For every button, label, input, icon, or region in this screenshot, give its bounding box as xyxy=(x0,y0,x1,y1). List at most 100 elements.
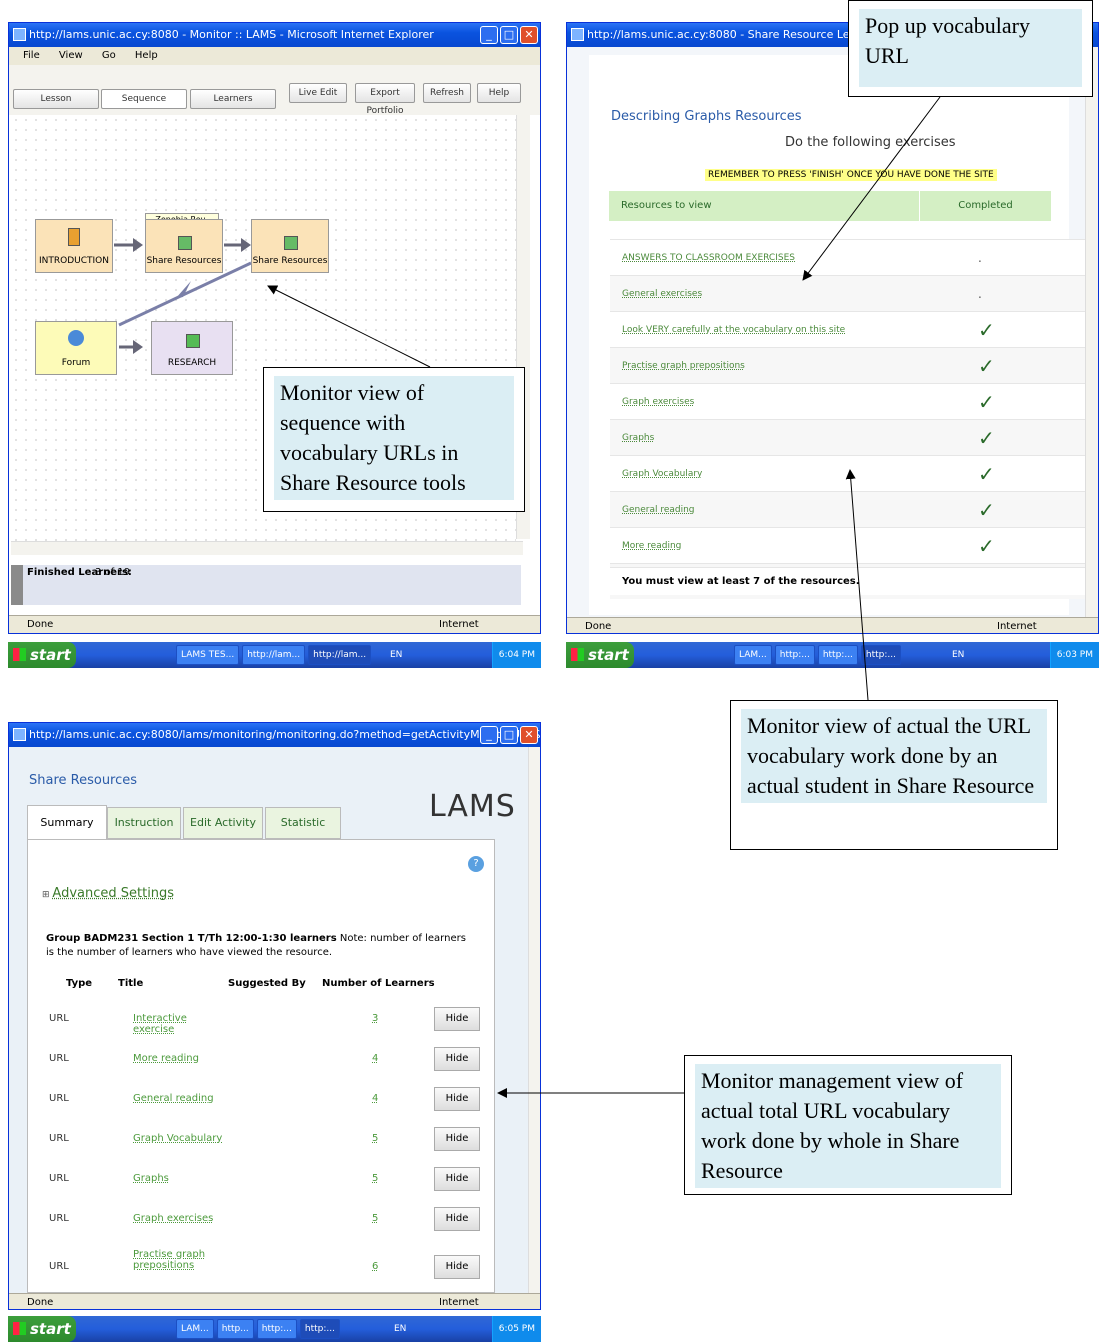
activity-share-resources-2[interactable]: Share Resources xyxy=(251,219,329,273)
menu-file[interactable]: File xyxy=(23,50,40,61)
activity-introduction[interactable]: INTRODUCTION xyxy=(35,219,113,273)
menu-go[interactable]: Go xyxy=(102,50,116,61)
task-item[interactable]: http://lam... xyxy=(308,645,372,665)
tab-sequence[interactable]: Sequence xyxy=(101,89,187,109)
toolbar: Lesson Sequence Learners Live Edit Expor… xyxy=(9,65,540,116)
title-link[interactable]: General reading xyxy=(133,1093,223,1104)
hide-button[interactable]: Hide xyxy=(434,1255,480,1279)
title-link[interactable]: Graphs xyxy=(133,1173,223,1184)
type-cell: URL xyxy=(49,1213,69,1224)
status-bar: Done Internet xyxy=(9,1293,540,1309)
clock: 6:03 PM xyxy=(1056,650,1093,660)
refresh-button[interactable]: Refresh xyxy=(423,83,471,103)
tab-statistic[interactable]: Statistic xyxy=(265,807,341,839)
resource-link[interactable]: Graph exercises xyxy=(610,397,694,407)
maximize-button[interactable]: □ xyxy=(500,726,518,744)
system-tray: 6:03 PM xyxy=(1049,642,1099,668)
zone-text: Internet xyxy=(439,619,479,630)
activity-research[interactable]: RESEARCH xyxy=(151,321,233,375)
vertical-scrollbar[interactable] xyxy=(528,747,540,1293)
menu-help[interactable]: Help xyxy=(135,50,158,61)
learner-count-link[interactable]: 5 xyxy=(372,1133,378,1144)
resource-row: Graphs ✓ xyxy=(610,419,1090,455)
checkmark-icon: ✓ xyxy=(978,534,995,558)
tab-summary[interactable]: Summary xyxy=(27,805,107,839)
task-item[interactable]: http:... xyxy=(817,645,858,665)
task-item[interactable]: http://lam... xyxy=(242,645,306,665)
learner-count-link[interactable]: 5 xyxy=(372,1213,378,1224)
lang-indicator[interactable]: EN xyxy=(390,642,402,668)
close-button[interactable]: ✕ xyxy=(520,726,538,744)
live-edit-button[interactable]: Live Edit xyxy=(289,83,347,103)
activity-forum[interactable]: Forum xyxy=(35,321,117,375)
task-item[interactable]: LAMS TES... xyxy=(176,645,240,665)
start-button[interactable]: start xyxy=(8,1316,76,1342)
tab-instruction[interactable]: Instruction xyxy=(107,807,181,839)
lang-indicator[interactable]: EN xyxy=(394,1316,406,1342)
resource-link[interactable]: Graph Vocabulary xyxy=(610,469,702,479)
task-item[interactable]: LAM... xyxy=(734,645,772,665)
learner-count-link[interactable]: 3 xyxy=(372,1013,378,1024)
title-link[interactable]: Graph Vocabulary xyxy=(133,1133,223,1144)
task-item[interactable]: LAM... xyxy=(176,1319,214,1339)
minimize-button[interactable]: _ xyxy=(480,26,498,44)
tab-lesson[interactable]: Lesson xyxy=(13,89,99,109)
status-bar: Done Internet xyxy=(9,615,540,633)
title-link[interactable]: Interactive exercise xyxy=(133,1013,223,1035)
resource-link[interactable]: General exercises xyxy=(610,289,702,299)
title-bar[interactable]: http://lams.unic.ac.cy:8080/lams/monitor… xyxy=(9,723,540,747)
close-button[interactable]: ✕ xyxy=(520,26,538,44)
col-type: Type xyxy=(66,978,93,989)
handle[interactable] xyxy=(11,565,23,605)
learner-count-link[interactable]: 4 xyxy=(372,1093,378,1104)
hide-button[interactable]: Hide xyxy=(434,1087,480,1111)
hide-button[interactable]: Hide xyxy=(434,1167,480,1191)
lams-logo: LAMS xyxy=(429,789,516,824)
checkmark-icon: ✓ xyxy=(978,426,995,450)
system-tray: 6:05 PM xyxy=(491,1316,541,1342)
resource-link[interactable]: Practise graph prepositions xyxy=(610,361,745,371)
title-link[interactable]: Graph exercises xyxy=(133,1213,223,1224)
title-link[interactable]: More reading xyxy=(133,1053,223,1064)
advanced-settings-toggle[interactable]: ⊞ Advanced Settings xyxy=(42,886,174,901)
help-icon[interactable]: ? xyxy=(468,856,484,872)
type-cell: URL xyxy=(49,1013,69,1024)
menu-view[interactable]: View xyxy=(59,50,83,61)
resource-row: Look VERY carefully at the vocabulary on… xyxy=(610,311,1090,347)
hide-button[interactable]: Hide xyxy=(434,1127,480,1151)
hide-button[interactable]: Hide xyxy=(434,1047,480,1071)
title-bar[interactable]: http://lams.unic.ac.cy:8080 - Monitor ::… xyxy=(9,23,540,47)
task-item[interactable]: http:... xyxy=(774,645,815,665)
learner-count-link[interactable]: 4 xyxy=(372,1053,378,1064)
task-item[interactable]: http... xyxy=(216,1319,254,1339)
lang-indicator[interactable]: EN xyxy=(952,642,964,668)
windows-flag-icon xyxy=(571,648,584,661)
tab-learners[interactable]: Learners xyxy=(190,89,276,109)
start-button[interactable]: start xyxy=(566,642,634,668)
task-item[interactable]: http:... xyxy=(299,1319,340,1339)
task-item[interactable]: http:... xyxy=(860,645,902,665)
tab-edit-activity[interactable]: Edit Activity xyxy=(183,807,263,839)
resource-link[interactable]: More reading xyxy=(610,541,681,551)
title-link[interactable]: Practise graph prepositions xyxy=(133,1249,223,1271)
vertical-scrollbar[interactable] xyxy=(1085,47,1098,617)
task-item[interactable]: http:... xyxy=(256,1319,297,1339)
learner-count-link[interactable]: 5 xyxy=(372,1173,378,1184)
resource-link[interactable]: Graphs xyxy=(610,433,654,443)
maximize-button[interactable]: □ xyxy=(500,26,518,44)
horizontal-scrollbar[interactable] xyxy=(11,541,523,555)
resource-link[interactable]: ANSWERS TO CLASSROOM EXERCISES xyxy=(610,253,795,263)
export-portfolio-button[interactable]: Export Portfolio xyxy=(355,83,415,116)
resource-link[interactable]: Look VERY carefully at the vocabulary on… xyxy=(610,325,845,335)
resource-link[interactable]: General reading xyxy=(610,505,695,515)
help-button[interactable]: Help xyxy=(477,83,521,103)
minimize-button[interactable]: _ xyxy=(480,726,498,744)
resource-row: Graph exercises ✓ xyxy=(610,383,1090,419)
start-button[interactable]: start xyxy=(8,642,76,668)
activity-share-resources-1[interactable]: Share Resources xyxy=(145,219,223,273)
learner-count-link[interactable]: 6 xyxy=(372,1261,378,1272)
share-icon xyxy=(178,236,192,250)
table-row: URL Graphs 5 Hide xyxy=(49,1159,489,1199)
hide-button[interactable]: Hide xyxy=(434,1207,480,1231)
hide-button[interactable]: Hide xyxy=(434,1007,480,1031)
